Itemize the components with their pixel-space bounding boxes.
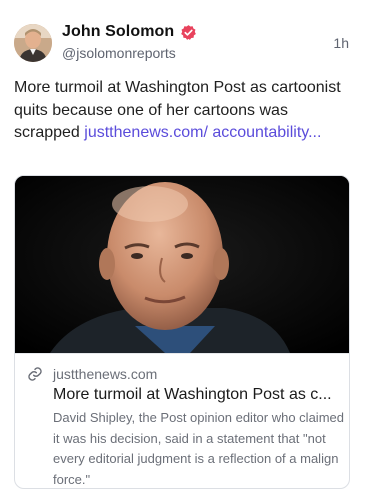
post-text: More turmoil at Washington Post as carto…: [14, 77, 354, 145]
article-photo: [15, 176, 349, 353]
person-avatar-icon: [14, 24, 52, 62]
verified-badge-icon: [180, 24, 197, 41]
avatar[interactable]: [14, 24, 52, 62]
post-inline-link[interactable]: justthenews.com/ accountability...: [84, 124, 321, 141]
domain-row: justthenews.com: [27, 365, 157, 383]
display-name[interactable]: John Solomon: [62, 23, 174, 41]
article-photo-image: [15, 176, 349, 353]
timestamp: 1h: [333, 35, 349, 51]
link-domain: justthenews.com: [53, 366, 158, 382]
link-description: David Shipley, the Post opinion editor w…: [53, 410, 344, 487]
handle[interactable]: @jsolomonreports: [62, 45, 197, 61]
link-preview-meta: justthenews.com More turmoil at Washingt…: [15, 353, 349, 488]
display-name-row: John Solomon: [62, 20, 197, 44]
post-card[interactable]: John Solomon @jsolomonreports 1h More tu…: [0, 0, 365, 500]
post-header: John Solomon @jsolomonreports 1h: [14, 20, 351, 66]
author-block: John Solomon @jsolomonreports: [62, 20, 197, 61]
link-preview-card[interactable]: justthenews.com More turmoil at Washingt…: [14, 175, 350, 489]
link-title[interactable]: More turmoil at Washington Post as c...: [53, 385, 343, 405]
link-icon: [27, 366, 43, 382]
